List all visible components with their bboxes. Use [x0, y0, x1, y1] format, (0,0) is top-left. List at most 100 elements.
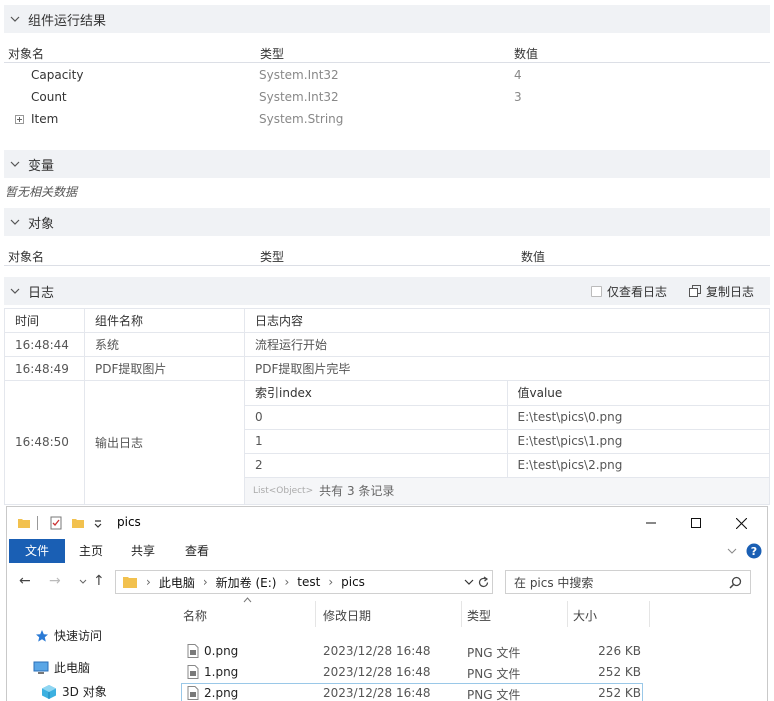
copy-log-button[interactable]: 复制日志 — [688, 283, 754, 300]
column-separator[interactable] — [461, 601, 462, 627]
result-row: Item System.String — [4, 108, 770, 130]
expand-ribbon-icon[interactable] — [727, 547, 737, 555]
nav-3d-objects[interactable]: 3D 对象 — [41, 683, 107, 700]
log-component: 输出日志 — [84, 380, 245, 505]
file-row[interactable]: 1.png 2023/12/28 16:48 PNG 文件 252 KB — [181, 662, 643, 682]
list-row: 2 E:\test\pics\2.png — [245, 453, 769, 478]
new-folder-icon[interactable] — [71, 516, 85, 530]
list-value: E:\test\pics\0.png — [507, 405, 769, 430]
col-value: 数值 — [514, 47, 539, 61]
maximize-button[interactable] — [681, 512, 711, 534]
tab-file[interactable]: 文件 — [9, 539, 65, 563]
breadcrumb-volume[interactable]: 新加卷 (E:) — [216, 574, 277, 591]
quick-access-dropdown-icon[interactable] — [93, 519, 103, 529]
col-type: 类型 — [260, 47, 285, 61]
folder-icon — [18, 519, 30, 528]
col-type[interactable]: 类型 — [467, 607, 491, 624]
breadcrumb-pics[interactable]: pics — [341, 575, 365, 589]
log-row: 16:48:44 系统 流程运行开始 — [4, 332, 770, 357]
forward-arrow-icon[interactable]: → — [49, 573, 61, 589]
log-row: 16:48:50 输出日志 索引index 值value 0 E:\test\p… — [4, 380, 770, 505]
search-placeholder: 在 pics 中搜索 — [514, 575, 594, 590]
result-name: Item — [31, 112, 59, 126]
column-separator[interactable] — [315, 601, 316, 627]
expand-plus-icon[interactable] — [15, 115, 24, 124]
log-col-time: 时间 — [4, 308, 85, 333]
list-table: 索引index 值value 0 E:\test\pics\0.png 1 E:… — [245, 381, 769, 478]
refresh-icon[interactable] — [477, 576, 490, 589]
image-file-icon — [187, 665, 199, 679]
breadcrumb-this-pc[interactable]: 此电脑 — [159, 574, 195, 591]
address-dropdown-icon[interactable] — [464, 579, 474, 586]
help-icon[interactable]: ? — [746, 543, 762, 559]
breadcrumb-test[interactable]: test — [297, 575, 320, 589]
only-view-log-label: 仅查看日志 — [606, 284, 667, 299]
list-row: 0 E:\test\pics\0.png — [245, 405, 769, 430]
col-date[interactable]: 修改日期 — [323, 607, 371, 624]
close-button[interactable] — [726, 512, 756, 534]
result-value: 4 — [514, 68, 522, 82]
tab-share[interactable]: 共享 — [121, 539, 165, 563]
image-file-icon — [187, 686, 199, 700]
list-index: 1 — [245, 429, 508, 454]
col-object-name: 对象名 — [8, 250, 45, 264]
variables-section-header[interactable]: 变量 — [4, 150, 770, 178]
col-type: 类型 — [260, 250, 285, 264]
nav-this-pc[interactable]: 此电脑 — [33, 659, 90, 676]
computer-icon — [33, 661, 49, 674]
star-icon — [36, 629, 48, 642]
minimize-icon — [646, 522, 656, 524]
list-col-index: 索引index — [245, 381, 508, 406]
log-component: 系统 — [84, 332, 245, 357]
col-name[interactable]: 名称 — [183, 607, 207, 624]
column-separator[interactable] — [649, 601, 650, 627]
3d-objects-icon — [42, 684, 56, 699]
nav-label: 此电脑 — [54, 661, 91, 675]
only-view-log-checkbox[interactable]: 仅查看日志 — [590, 283, 667, 300]
recent-locations-icon[interactable] — [79, 579, 87, 585]
variables-section-title: 变量 — [28, 158, 55, 174]
result-row: Capacity System.Int32 4 — [4, 64, 770, 86]
ribbon-tabs: 文件 主页 共享 查看 ? — [7, 539, 767, 563]
list-index: 2 — [245, 453, 508, 478]
col-size[interactable]: 大小 — [573, 607, 597, 624]
file-row-selected[interactable]: 2.png 2023/12/28 16:48 PNG 文件 252 KB — [181, 683, 643, 701]
minimize-button[interactable] — [636, 512, 666, 534]
tab-home[interactable]: 主页 — [69, 539, 113, 563]
properties-icon[interactable] — [49, 516, 63, 530]
col-value: 数值 — [521, 250, 546, 264]
result-type: System.Int32 — [259, 68, 339, 82]
file-name: 2.png — [204, 686, 239, 700]
file-row[interactable]: 0.png 2023/12/28 16:48 PNG 文件 226 KB — [181, 641, 643, 661]
window-title: pics — [117, 515, 141, 529]
file-name: 0.png — [204, 644, 239, 658]
result-value: 3 — [514, 90, 522, 104]
log-section-header[interactable]: 日志 仅查看日志 复制日志 — [4, 277, 770, 305]
file-explorer-window: pics 文件 主页 共享 查看 ? ← → ↑ › 此电脑 › 新加卷 (E:… — [6, 506, 768, 701]
search-icon[interactable] — [729, 576, 742, 589]
results-section-header[interactable]: 组件运行结果 — [4, 5, 770, 33]
checkbox-icon[interactable] — [590, 285, 602, 297]
objects-section-title: 对象 — [28, 216, 55, 232]
log-table: 时间 组件名称 日志内容 16:48:44 系统 流程运行开始 16:48:49… — [4, 308, 770, 505]
log-section-title: 日志 — [28, 285, 55, 301]
log-header-row: 时间 组件名称 日志内容 — [4, 308, 770, 333]
list-value: E:\test\pics\1.png — [507, 429, 769, 454]
list-index: 0 — [245, 405, 508, 430]
log-toolbar: 仅查看日志 复制日志 — [590, 277, 754, 305]
nav-quick-access[interactable]: 快速访问 — [35, 627, 102, 644]
results-column-header: 对象名 类型 数值 — [4, 41, 770, 63]
chevron-down-icon — [10, 219, 20, 225]
tab-view[interactable]: 查看 — [175, 539, 219, 563]
image-file-icon — [187, 644, 199, 658]
log-content-list: 索引index 值value 0 E:\test\pics\0.png 1 E:… — [244, 380, 770, 505]
search-input[interactable]: 在 pics 中搜索 — [505, 570, 751, 594]
back-arrow-icon[interactable]: ← — [19, 573, 31, 589]
up-arrow-icon[interactable]: ↑ — [93, 573, 105, 589]
column-separator[interactable] — [567, 601, 568, 627]
col-object-name: 对象名 — [8, 47, 45, 61]
address-bar[interactable]: › 此电脑 › 新加卷 (E:) › test › pics — [115, 570, 493, 594]
list-row: 1 E:\test\pics\1.png — [245, 429, 769, 454]
chevron-down-icon — [10, 161, 20, 167]
objects-section-header[interactable]: 对象 — [4, 208, 770, 236]
